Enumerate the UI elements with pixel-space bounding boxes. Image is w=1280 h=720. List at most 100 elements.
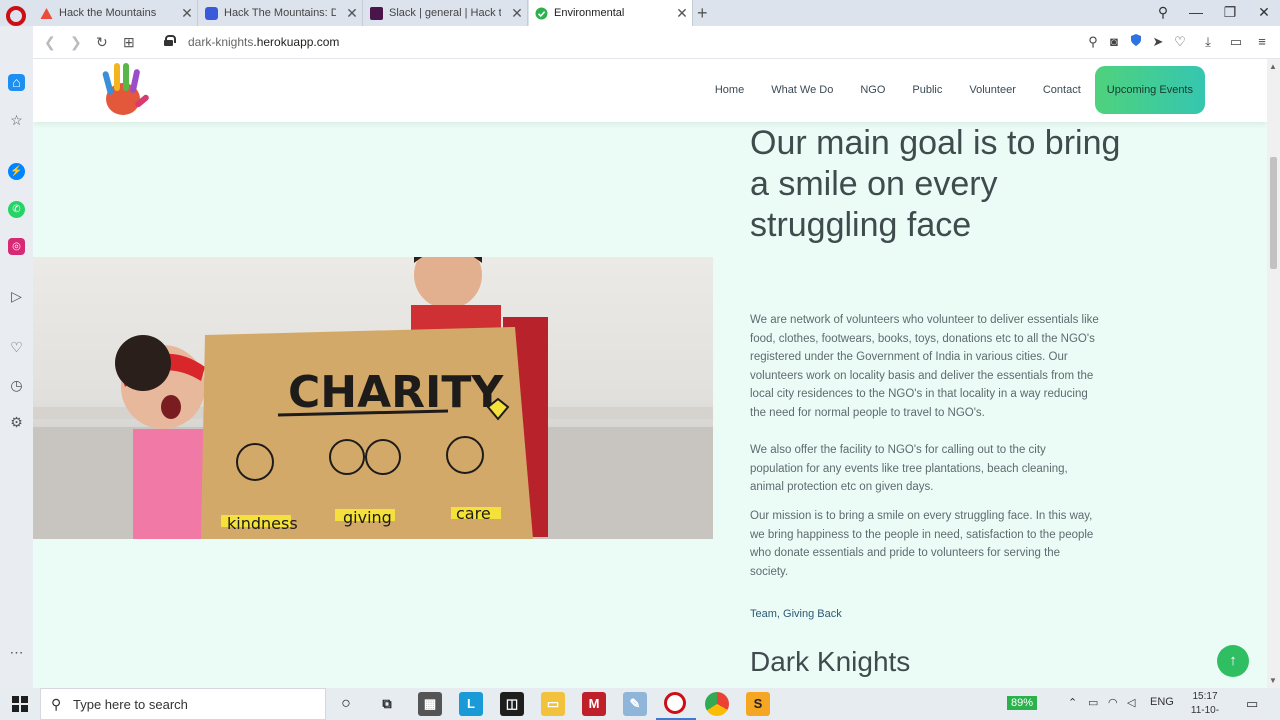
app-dark-icon[interactable]: ◫: [500, 692, 524, 716]
tab-slack[interactable]: Slack | general | Hack the M ✕: [364, 0, 528, 26]
tab-hack-the-mountains[interactable]: Hack the Mountains ✕: [34, 0, 198, 26]
shield-icon[interactable]: [1127, 34, 1145, 49]
back-icon[interactable]: ❮: [44, 34, 56, 51]
notifications-icon[interactable]: ▭: [1246, 696, 1258, 712]
minimize-icon[interactable]: —: [1181, 4, 1211, 20]
speed-dial-icon[interactable]: ⊞: [123, 34, 135, 51]
reload-icon[interactable]: ↻: [96, 34, 108, 51]
menu-icon[interactable]: ≡: [1253, 34, 1271, 49]
clock[interactable]: 15:17 11-10-2020: [1180, 690, 1230, 720]
home-icon[interactable]: ⌂: [8, 74, 25, 91]
close-tab-icon[interactable]: ✕: [342, 5, 362, 22]
nav-home[interactable]: Home: [715, 84, 744, 96]
address-bar: ❮ ❯ ↻ ⊞ dark-knights.herokuapp.com ⚲ ◙ ➤…: [33, 26, 1280, 59]
page-viewport: CHARITY kindness giving care Our main go…: [33, 59, 1267, 688]
scroll-up-icon[interactable]: ▲: [1269, 62, 1277, 71]
sign-label-care: care: [456, 504, 491, 523]
sublime-icon[interactable]: S: [746, 692, 770, 716]
url-domain: .herokuapp.com: [253, 35, 340, 49]
heart-icon[interactable]: ♡: [8, 339, 25, 356]
send-icon[interactable]: ▷: [8, 288, 25, 305]
about-paragraph: We are network of volunteers who volunte…: [750, 314, 1099, 419]
url-host: dark-knights: [188, 35, 254, 49]
app-l-icon[interactable]: L: [459, 692, 483, 716]
volume-icon[interactable]: ◁: [1127, 696, 1135, 709]
tab-bar: Hack the Mountains ✕ Hack The Mountains:…: [0, 0, 1280, 26]
calculator-icon[interactable]: ▦: [418, 692, 442, 716]
goal-heading: Our main goal is to bring a smile on eve…: [750, 124, 1121, 244]
tab-label: Slack | general | Hack the M: [389, 7, 501, 19]
dashboard-icon: [205, 6, 218, 20]
hand-logo[interactable]: [93, 59, 153, 119]
mcafee-icon[interactable]: M: [582, 692, 606, 716]
lock-icon: [164, 35, 176, 46]
history-icon[interactable]: ◷: [8, 377, 25, 394]
opera-taskbar-icon[interactable]: [664, 692, 686, 714]
settings-icon[interactable]: ⚙: [8, 414, 25, 431]
events-paragraph: We also offer the facility to NGO's for …: [750, 444, 1068, 494]
site-header: Home What We Do NGO Public Volunteer Con…: [33, 59, 1267, 122]
whatsapp-icon[interactable]: ✆: [8, 201, 25, 218]
nav-ngo[interactable]: NGO: [860, 84, 885, 96]
forward-icon[interactable]: ❯: [70, 34, 82, 51]
more-icon[interactable]: ⋯: [8, 644, 25, 661]
mountain-icon: [40, 7, 53, 19]
new-tab-icon[interactable]: +: [697, 3, 708, 24]
sign-title: CHARITY: [288, 367, 504, 418]
sign-label-kindness: kindness: [227, 514, 298, 533]
nav-volunteer[interactable]: Volunteer: [969, 84, 1015, 96]
nav-what-we-do[interactable]: What We Do: [771, 84, 833, 96]
battery-percentage[interactable]: 89%: [1007, 696, 1038, 710]
slack-icon: [370, 6, 383, 20]
nav-contact[interactable]: Contact: [1043, 84, 1081, 96]
tab-label: Hack the Mountains: [59, 7, 157, 19]
page-scrollbar[interactable]: ▲ ▼: [1267, 59, 1280, 688]
restore-icon[interactable]: ❐: [1215, 4, 1245, 21]
upcoming-events-button[interactable]: Upcoming Events: [1094, 66, 1205, 114]
cortana-icon[interactable]: ○: [334, 692, 358, 716]
camera-icon[interactable]: ◙: [1105, 34, 1123, 49]
chrome-icon[interactable]: [705, 692, 729, 716]
opera-menu-icon[interactable]: [6, 6, 26, 26]
close-window-icon[interactable]: ✕: [1249, 4, 1279, 21]
tab-label: Environmental: [554, 7, 625, 19]
scroll-thumb[interactable]: [1270, 157, 1277, 269]
search-icon[interactable]: ⚲: [1084, 34, 1102, 50]
instagram-icon[interactable]: ◎: [8, 238, 25, 255]
messenger-icon[interactable]: ⚡: [8, 163, 25, 180]
send-icon[interactable]: ➤: [1149, 34, 1167, 50]
language-indicator[interactable]: ENG: [1150, 696, 1174, 708]
tab-search-icon[interactable]: ⚲: [1148, 4, 1178, 21]
tab-environmental[interactable]: Environmental ✕: [529, 0, 693, 26]
close-tab-icon[interactable]: ✕: [507, 5, 527, 22]
sidebar: ⌂ ☆ ⚡ ✆ ◎ ▷ ♡ ◷ ⚙ ⋯: [0, 26, 33, 688]
post-tags[interactable]: Team, Giving Back: [750, 608, 842, 620]
battery-saver-icon[interactable]: ▭: [1227, 34, 1245, 50]
file-explorer-icon[interactable]: ▭: [541, 692, 565, 716]
clock-date: 11-10-2020: [1190, 705, 1220, 720]
close-tab-icon[interactable]: ✕: [672, 5, 692, 22]
heart-icon[interactable]: ♡: [1171, 34, 1189, 50]
task-view-icon[interactable]: ⧉: [375, 692, 399, 716]
pen-app-icon[interactable]: ✎: [623, 692, 647, 716]
taskbar-search[interactable]: ⚲ Type here to search: [40, 688, 326, 720]
battery-icon[interactable]: ▭: [1088, 696, 1098, 709]
section-title: Dark Knights: [750, 646, 911, 677]
check-circle-icon: [535, 7, 548, 19]
star-icon[interactable]: ☆: [8, 112, 25, 129]
scroll-down-icon[interactable]: ▼: [1269, 676, 1277, 685]
url-field[interactable]: dark-knights.herokuapp.com: [188, 35, 339, 49]
charity-image: CHARITY kindness giving care: [33, 257, 713, 539]
download-icon[interactable]: ⤓: [1199, 34, 1217, 50]
taskbar: ⚲ Type here to search ○ ⧉ ▦ L ◫ ▭ M ✎ S …: [0, 688, 1280, 720]
scroll-to-top-button[interactable]: ↑: [1217, 645, 1249, 677]
tab-dashboard[interactable]: Hack The Mountains: Dash ✕: [199, 0, 363, 26]
main-nav: Home What We Do NGO Public Volunteer Con…: [688, 66, 1205, 114]
windows-start-icon[interactable]: [12, 696, 28, 712]
clock-time: 15:17: [1192, 691, 1218, 702]
sign-label-giving: giving: [343, 508, 392, 527]
wifi-icon[interactable]: ◠: [1108, 696, 1118, 709]
close-tab-icon[interactable]: ✕: [177, 5, 197, 22]
nav-public[interactable]: Public: [912, 84, 942, 96]
show-hidden-icons[interactable]: ⌃: [1068, 696, 1077, 709]
